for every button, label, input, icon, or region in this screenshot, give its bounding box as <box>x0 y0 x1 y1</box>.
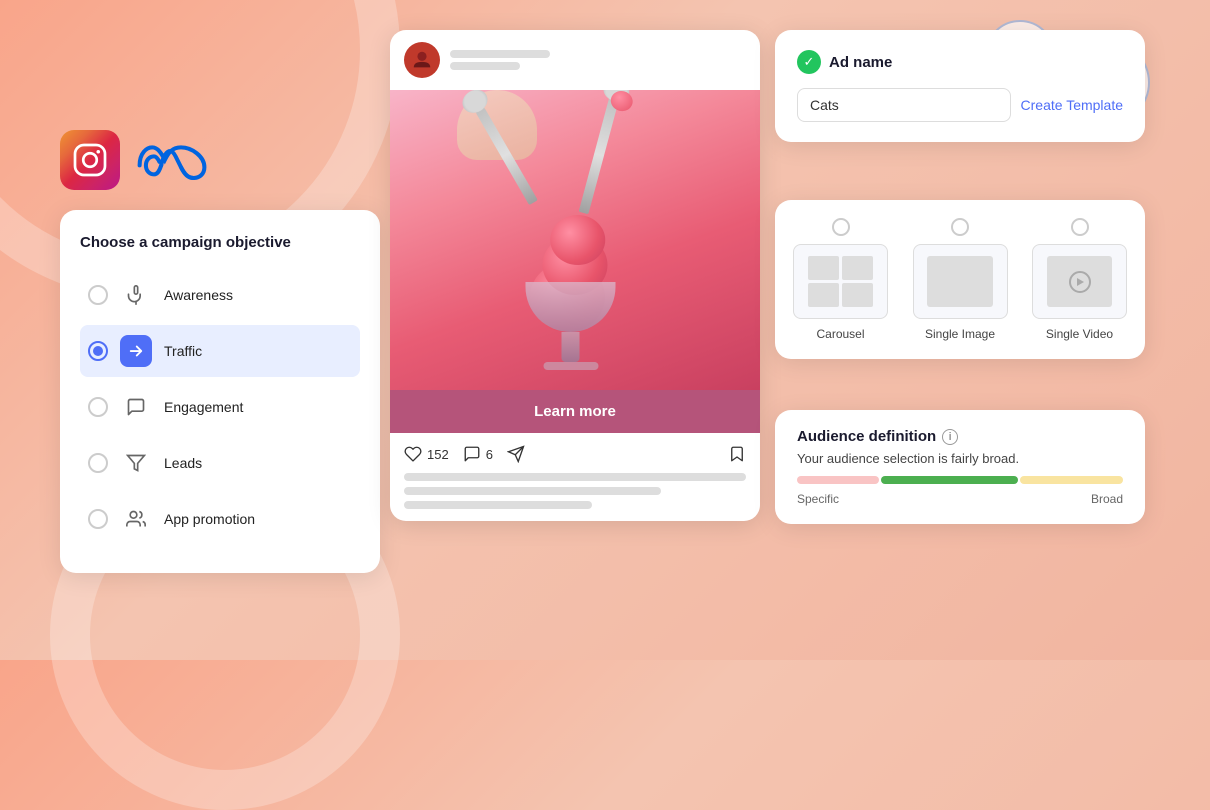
objective-engagement[interactable]: Engagement <box>80 381 360 433</box>
audience-bar-middle <box>881 476 1018 484</box>
traffic-label: Traffic <box>164 343 202 359</box>
format-carousel-label: Carousel <box>816 327 864 341</box>
campaign-panel: Choose a campaign objective Awareness <box>60 210 380 573</box>
bowl-stem <box>562 332 580 362</box>
format-panel: Carousel Single Image <box>775 200 1145 359</box>
format-single-video-radio[interactable] <box>1071 218 1089 236</box>
icecream-scoop-3 <box>550 215 605 265</box>
spoon-right <box>578 96 619 214</box>
engagement-icon <box>120 391 152 423</box>
post-avatar <box>404 42 440 78</box>
app-promotion-label: App promotion <box>164 511 255 527</box>
format-single-image[interactable]: Single Image <box>913 218 1008 341</box>
radio-traffic[interactable] <box>88 341 108 361</box>
audience-broad-label: Broad <box>1091 492 1123 506</box>
ad-name-header: ✓ Ad name <box>797 50 1123 74</box>
format-carousel-radio[interactable] <box>832 218 850 236</box>
post-preview: Learn more 152 6 <box>390 30 760 521</box>
audience-bar-broad <box>1020 476 1123 484</box>
learn-more-label: Learn more <box>534 403 616 420</box>
spoon-scoop <box>608 90 634 114</box>
bowl-base <box>543 362 598 370</box>
radio-leads[interactable] <box>88 453 108 473</box>
learn-more-bar[interactable]: Learn more <box>390 390 760 433</box>
leads-label: Leads <box>164 455 202 471</box>
bowl <box>526 282 616 370</box>
single-image-block <box>927 256 992 307</box>
audience-header: Audience definition i <box>797 428 1123 445</box>
format-options: Carousel Single Image <box>793 218 1127 341</box>
ad-name-check-icon: ✓ <box>797 50 821 74</box>
audience-description: Your audience selection is fairly broad. <box>797 451 1123 466</box>
ad-name-panel: ✓ Ad name Create Template <box>775 30 1145 142</box>
post-line-3 <box>404 501 592 509</box>
meta-icon <box>136 140 208 180</box>
social-icons <box>60 130 208 190</box>
username-line-2 <box>450 62 520 70</box>
leads-icon <box>120 447 152 479</box>
traffic-icon <box>120 335 152 367</box>
objective-traffic[interactable]: Traffic <box>80 325 360 377</box>
create-template-link[interactable]: Create Template <box>1021 97 1123 113</box>
format-single-video-label: Single Video <box>1046 327 1113 341</box>
post-lines <box>404 473 746 509</box>
share-action[interactable] <box>507 445 525 463</box>
carousel-cell-4 <box>842 283 873 307</box>
audience-title: Audience definition <box>797 428 936 445</box>
ad-name-title: Ad name <box>829 54 892 71</box>
audience-bar-specific <box>797 476 879 484</box>
format-single-video-thumb <box>1032 244 1127 319</box>
comments-action[interactable]: 6 <box>463 445 493 463</box>
radio-traffic-dot <box>93 346 103 356</box>
username-line-1 <box>450 50 550 58</box>
carousel-cell-1 <box>808 256 839 280</box>
likes-action[interactable]: 152 <box>404 445 449 463</box>
audience-panel: Audience definition i Your audience sele… <box>775 410 1145 524</box>
carousel-cell-3 <box>808 283 839 307</box>
radio-engagement[interactable] <box>88 397 108 417</box>
engagement-label: Engagement <box>164 399 243 415</box>
post-header <box>390 30 760 90</box>
format-single-image-thumb <box>913 244 1008 319</box>
format-single-video[interactable]: Single Video <box>1032 218 1127 341</box>
audience-bar <box>797 476 1123 484</box>
bowl-cup <box>526 282 616 332</box>
comments-count: 6 <box>486 447 493 462</box>
likes-count: 152 <box>427 447 449 462</box>
format-carousel-thumb <box>793 244 888 319</box>
objective-awareness[interactable]: Awareness <box>80 269 360 321</box>
app-promotion-icon <box>120 503 152 535</box>
instagram-icon <box>60 130 120 190</box>
objective-app-promotion[interactable]: App promotion <box>80 493 360 545</box>
campaign-panel-title: Choose a campaign objective <box>80 234 360 251</box>
play-button-icon <box>1069 271 1091 293</box>
objective-leads[interactable]: Leads <box>80 437 360 489</box>
video-block <box>1047 256 1112 307</box>
post-line-1 <box>404 473 746 481</box>
audience-labels: Specific Broad <box>797 492 1123 506</box>
info-icon: i <box>942 429 958 445</box>
post-line-2 <box>404 487 661 495</box>
ad-name-row: Create Template <box>797 88 1123 122</box>
awareness-label: Awareness <box>164 287 233 303</box>
post-actions: 152 6 <box>404 445 746 463</box>
radio-app-promotion[interactable] <box>88 509 108 529</box>
ad-name-input[interactable] <box>797 88 1011 122</box>
format-single-image-label: Single Image <box>925 327 995 341</box>
radio-awareness[interactable] <box>88 285 108 305</box>
format-single-image-radio[interactable] <box>951 218 969 236</box>
format-carousel[interactable]: Carousel <box>793 218 888 341</box>
awareness-icon <box>120 279 152 311</box>
carousel-grid <box>808 256 873 307</box>
post-image <box>390 90 760 390</box>
icecream-scene <box>390 90 760 390</box>
main-container: $ Choose a campaign objective Awareness <box>0 0 1210 660</box>
bookmark-action[interactable] <box>728 445 746 463</box>
carousel-cell-2 <box>842 256 873 280</box>
audience-specific-label: Specific <box>797 492 839 506</box>
post-footer: 152 6 <box>390 433 760 521</box>
post-username-lines <box>450 50 550 70</box>
